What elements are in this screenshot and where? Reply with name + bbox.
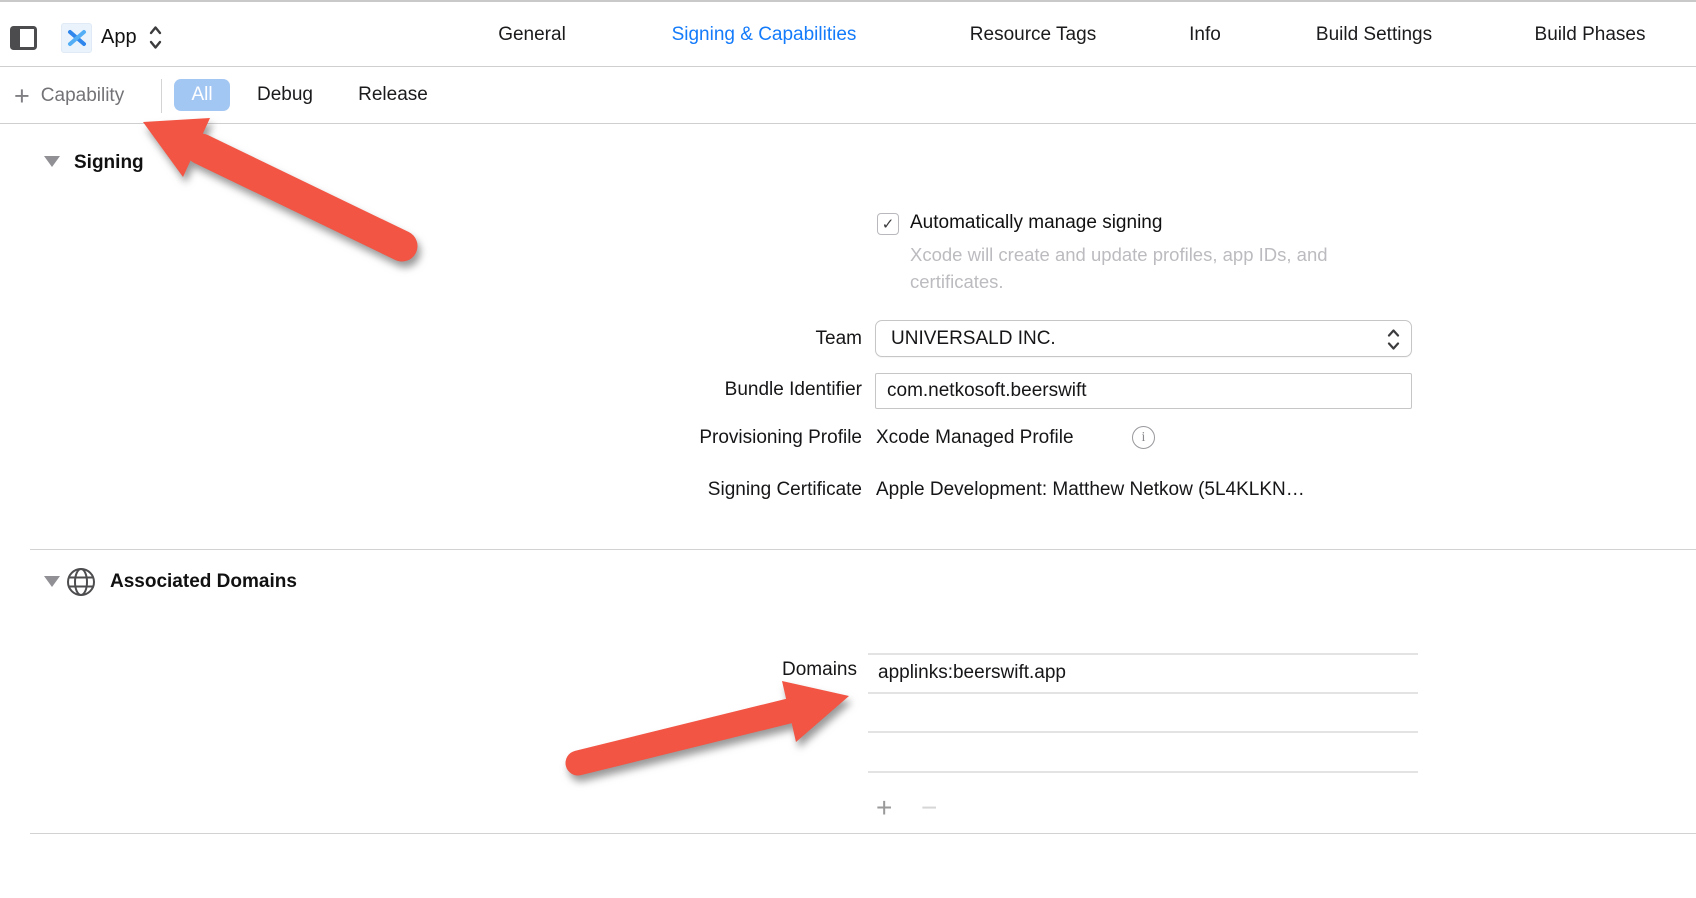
- associated-domains-section-title: Associated Domains: [110, 569, 297, 595]
- team-value: UNIVERSALD INC.: [891, 328, 1056, 350]
- signing-disclosure-triangle[interactable]: [44, 156, 60, 167]
- signing-section-title: Signing: [74, 150, 144, 176]
- checkmark-icon: ✓: [882, 215, 895, 233]
- tab-build-settings[interactable]: Build Settings: [1316, 2, 1432, 67]
- tab-general[interactable]: General: [498, 2, 566, 67]
- provisioning-profile-value: Xcode Managed Profile: [876, 426, 1074, 450]
- provisioning-profile-label: Provisioning Profile: [699, 426, 862, 450]
- team-label: Team: [816, 327, 862, 351]
- segment-all[interactable]: All: [174, 79, 230, 111]
- domains-annotation-arrow: [578, 681, 849, 763]
- plus-icon: +: [14, 86, 30, 106]
- bundle-identifier-value: com.netkosoft.beerswift: [887, 380, 1087, 402]
- domains-table-border: [868, 653, 1418, 655]
- auto-manage-signing-label: Automatically manage signing: [910, 210, 1162, 236]
- segment-release[interactable]: Release: [350, 79, 436, 111]
- tab-info[interactable]: Info: [1189, 2, 1221, 67]
- remove-domain-button[interactable]: −: [921, 794, 937, 822]
- segment-debug[interactable]: Debug: [247, 79, 323, 111]
- capability-annotation-arrow: [143, 118, 402, 246]
- domains-table-border: [868, 731, 1418, 733]
- auto-manage-signing-checkbox[interactable]: ✓: [877, 213, 899, 235]
- team-select[interactable]: UNIVERSALD INC.: [875, 320, 1412, 357]
- project-name[interactable]: App: [101, 24, 137, 50]
- tab-resource-tags[interactable]: Resource Tags: [970, 2, 1096, 67]
- add-capability-label: Capability: [41, 85, 124, 107]
- tab-build-phases[interactable]: Build Phases: [1535, 2, 1646, 67]
- associated-domains-disclosure-triangle[interactable]: [44, 576, 60, 587]
- domains-label: Domains: [782, 658, 857, 682]
- bundle-identifier-label: Bundle Identifier: [725, 378, 862, 402]
- section-divider: [30, 549, 1696, 550]
- info-glyph: i: [1142, 430, 1146, 446]
- capability-filter-bar: + Capability All Debug Release: [0, 68, 1696, 124]
- globe-icon: [65, 566, 97, 598]
- add-domain-button[interactable]: +: [876, 794, 892, 822]
- domain-entry[interactable]: applinks:beerswift.app: [878, 660, 1066, 686]
- project-editor-toolbar: App General Signing & Capabilities Resou…: [0, 0, 1696, 67]
- domains-table-border: [868, 692, 1418, 694]
- bundle-identifier-field[interactable]: com.netkosoft.beerswift: [875, 373, 1412, 409]
- section-divider: [30, 833, 1696, 834]
- signing-certificate-value: Apple Development: Matthew Netkow (5L4KL…: [876, 478, 1305, 502]
- info-icon[interactable]: i: [1132, 426, 1155, 449]
- team-stepper-icon: [1386, 327, 1401, 352]
- signing-certificate-label: Signing Certificate: [708, 478, 862, 502]
- toolbar-divider: [161, 79, 162, 113]
- sidebar-toggle-icon[interactable]: [10, 26, 37, 50]
- auto-manage-signing-description: Xcode will create and update profiles, a…: [910, 241, 1390, 295]
- domains-table-border: [868, 771, 1418, 773]
- xcode-signing-capabilities-pane: { "colors": { "accent_blue": "#147bfa", …: [0, 0, 1696, 898]
- tab-signing-capabilities[interactable]: Signing & Capabilities: [672, 2, 857, 67]
- add-capability-button[interactable]: + Capability: [14, 68, 124, 123]
- project-selector-stepper-icon[interactable]: [148, 24, 163, 51]
- xcode-project-icon[interactable]: [61, 23, 92, 53]
